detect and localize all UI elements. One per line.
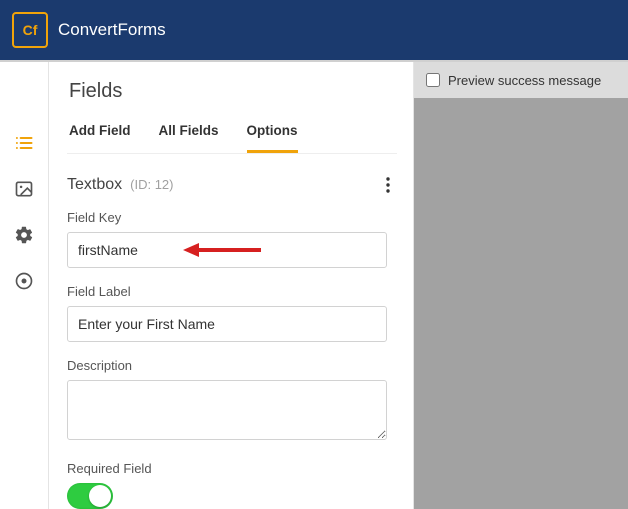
tab-options[interactable]: Options <box>247 123 298 153</box>
preview-bar: Preview success message <box>414 62 628 98</box>
app-logo: Cf <box>12 12 48 48</box>
description-input[interactable] <box>67 380 387 440</box>
panel-title: Fields <box>69 80 397 103</box>
fields-panel: Fields Add Field All Fields Options Text… <box>48 62 414 509</box>
field-key-label: Field Key <box>67 210 397 225</box>
icon-sidebar <box>0 62 48 509</box>
app-header: Cf ConvertForms <box>0 0 628 60</box>
field-key-input[interactable] <box>67 232 387 268</box>
tab-all-fields[interactable]: All Fields <box>159 123 219 153</box>
field-label-label: Field Label <box>67 284 397 299</box>
required-group: Required Field <box>67 461 397 509</box>
logo-text: Cf <box>23 22 38 38</box>
description-group: Description <box>67 358 397 445</box>
required-label: Required Field <box>67 461 397 476</box>
target-icon[interactable] <box>13 270 35 292</box>
section-header: Textbox (ID: 12) <box>67 176 397 194</box>
gear-icon[interactable] <box>13 224 35 246</box>
list-icon[interactable] <box>13 132 35 154</box>
field-label-group: Field Label <box>67 284 397 342</box>
image-icon[interactable] <box>13 178 35 200</box>
preview-checkbox[interactable] <box>426 73 440 87</box>
field-key-group: Field Key <box>67 210 397 268</box>
preview-panel: Preview success message <box>414 62 628 509</box>
tab-add-field[interactable]: Add Field <box>69 123 131 153</box>
description-label: Description <box>67 358 397 373</box>
main-layout: Fields Add Field All Fields Options Text… <box>0 62 628 509</box>
toggle-knob <box>89 485 111 507</box>
tabs: Add Field All Fields Options <box>67 123 397 154</box>
required-toggle[interactable] <box>67 483 113 509</box>
preview-checkbox-label: Preview success message <box>448 73 601 88</box>
app-brand: ConvertForms <box>58 20 166 40</box>
more-icon[interactable] <box>379 176 397 194</box>
section-title: Textbox <box>67 176 122 194</box>
section-id: (ID: 12) <box>130 177 173 192</box>
field-label-input[interactable] <box>67 306 387 342</box>
